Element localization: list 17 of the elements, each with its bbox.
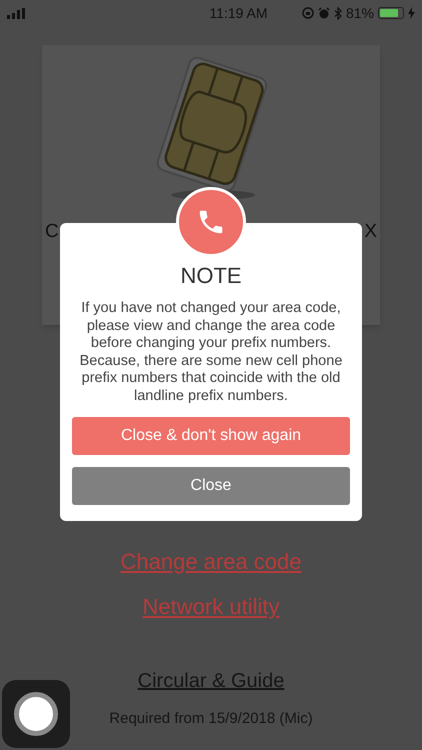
home-ring-icon: [14, 692, 58, 736]
alarm-icon: [318, 7, 330, 19]
link[interactable]: Change area code: [120, 548, 302, 576]
dialog-title: NOTE: [180, 262, 242, 290]
link[interactable]: Network utility: [142, 593, 280, 621]
rotation-lock-icon: [302, 7, 314, 19]
battery-percent: 81%: [346, 4, 374, 22]
close-button[interactable]: Close: [72, 467, 350, 505]
card-title: C: [45, 220, 59, 244]
signal-icon: [7, 8, 25, 18]
assistive-touch-button[interactable]: [2, 680, 70, 748]
dont-show-again-button[interactable]: Close & don't show again: [72, 417, 350, 455]
battery-icon: [378, 7, 404, 19]
status-time: 11:19 AM: [209, 4, 268, 22]
dialog-message: If you have not changed your area code, please view and change the area code before changing your prefix numbers. Because, there are some new cell phone prefix numbers that coincide with the old landline prefix numbers.: [78, 300, 344, 405]
card-title: X: [364, 220, 377, 244]
bluetooth-icon: [334, 6, 342, 20]
